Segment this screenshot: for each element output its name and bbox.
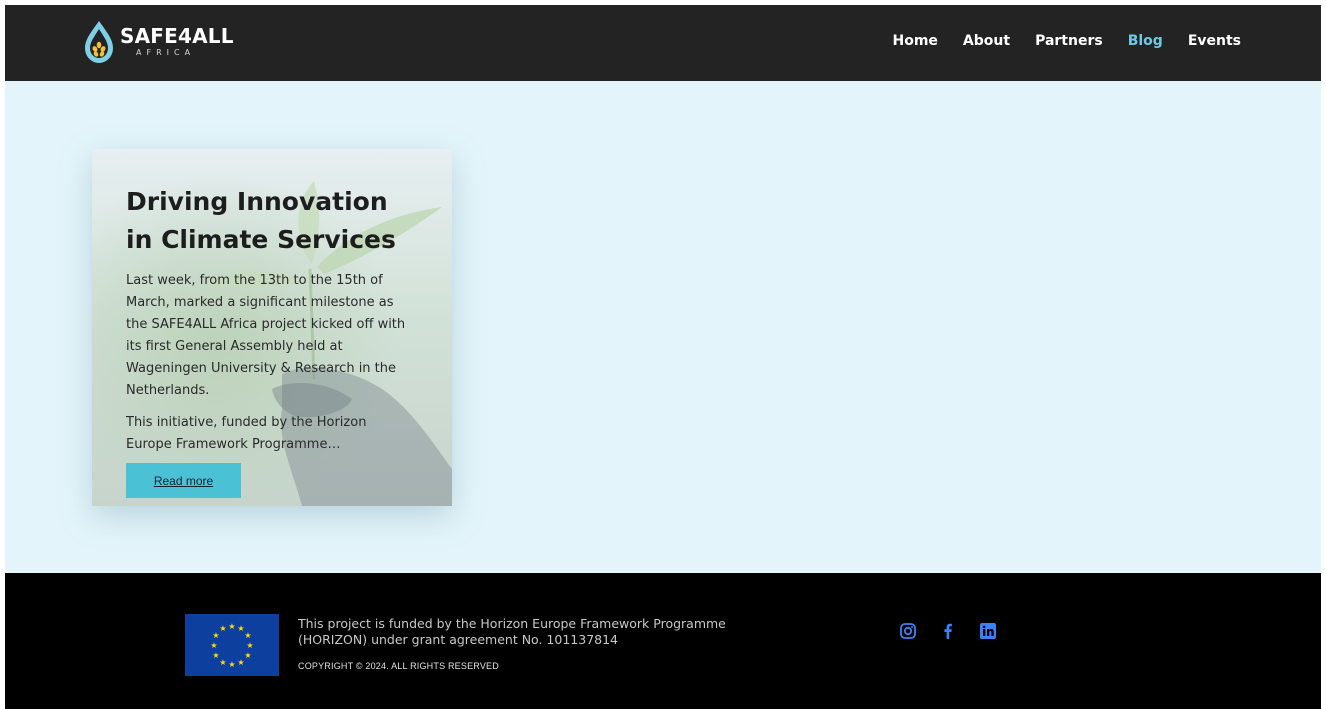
card-content: Driving Innovation in Climate Services L… <box>126 183 416 456</box>
instagram-icon[interactable] <box>899 622 917 640</box>
svg-text:★: ★ <box>244 651 251 660</box>
svg-text:★: ★ <box>210 641 217 650</box>
card-paragraph-1: Last week, from the 13th to the 15th of … <box>126 273 406 398</box>
nav-about[interactable]: About <box>963 33 1010 49</box>
linkedin-icon[interactable] <box>979 622 997 640</box>
site-footer: ★ ★ ★ ★ ★ ★ ★ ★ ★ ★ ★ ★ This project is … <box>5 573 1321 709</box>
site-logo[interactable]: SAFE4ALL AFRICA <box>82 19 234 65</box>
funding-statement: This project is funded by the Horizon Eu… <box>298 616 726 647</box>
svg-text:★: ★ <box>228 660 235 669</box>
svg-text:★: ★ <box>228 622 235 631</box>
svg-text:★: ★ <box>219 624 226 633</box>
svg-text:★: ★ <box>219 658 226 667</box>
logo-subtitle: AFRICA <box>136 48 196 57</box>
water-drop-wheat-icon <box>82 19 116 65</box>
blog-card: Driving Innovation in Climate Services L… <box>92 149 452 506</box>
main-nav: Home About Partners Blog Events <box>868 33 1242 49</box>
facebook-icon[interactable] <box>939 622 957 640</box>
nav-home[interactable]: Home <box>893 33 938 49</box>
main-content: Driving Innovation in Climate Services L… <box>5 81 1321 573</box>
nav-blog[interactable]: Blog <box>1128 33 1163 49</box>
site-header: SAFE4ALL AFRICA Home About Partners Blog… <box>5 5 1321 81</box>
nav-partners[interactable]: Partners <box>1035 33 1103 49</box>
svg-text:★: ★ <box>212 651 219 660</box>
svg-text:★: ★ <box>237 658 244 667</box>
footer-info: This project is funded by the Horizon Eu… <box>298 616 738 671</box>
logo-title: SAFE4ALL <box>120 24 234 48</box>
card-title: Driving Innovation in Climate Services <box>126 187 396 254</box>
card-paragraph-2: This initiative, funded by the Horizon E… <box>126 415 367 452</box>
eu-flag-icon: ★ ★ ★ ★ ★ ★ ★ ★ ★ ★ ★ ★ <box>185 614 279 676</box>
social-links <box>899 622 997 640</box>
copyright-text: COPYRIGHT © 2024. ALL RIGHTS RESERVED <box>298 661 499 671</box>
svg-text:★: ★ <box>246 641 253 650</box>
svg-text:★: ★ <box>244 631 251 640</box>
read-more-button[interactable]: Read more <box>126 463 241 498</box>
page: SAFE4ALL AFRICA Home About Partners Blog… <box>5 5 1321 709</box>
nav-events[interactable]: Events <box>1188 33 1241 49</box>
